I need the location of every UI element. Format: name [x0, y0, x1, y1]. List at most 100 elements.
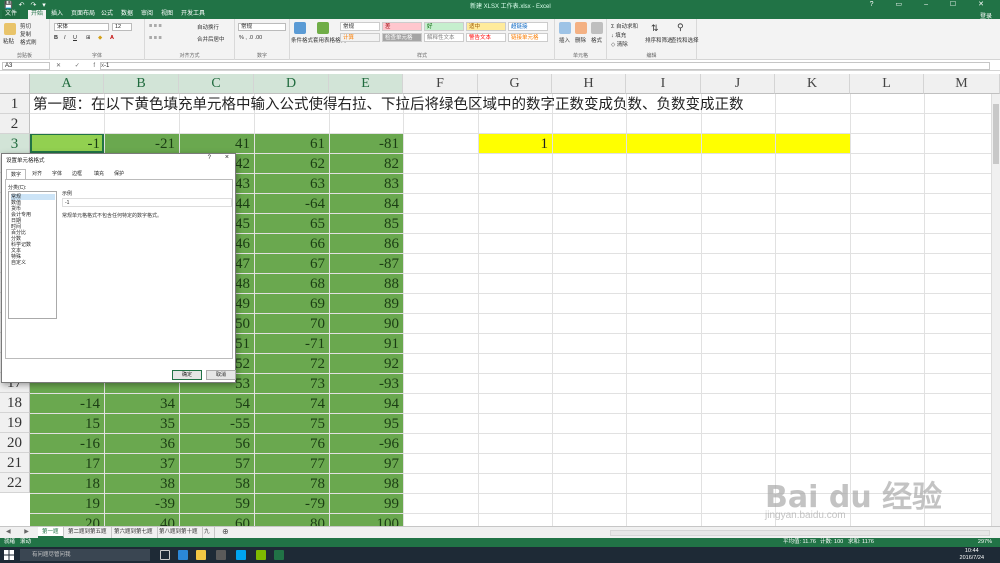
- conditional-format-icon[interactable]: [294, 22, 306, 34]
- cell-g3[interactable]: 1: [478, 134, 552, 154]
- cell[interactable]: 92: [329, 354, 403, 374]
- cell[interactable]: 38: [104, 474, 179, 494]
- scroll-thumb[interactable]: [993, 104, 999, 164]
- cell-style-item[interactable]: 链接单元格: [508, 33, 548, 42]
- cell-a1-title[interactable]: 第一题：在以下黄色填充单元格中输入公式使得右拉、下拉后将绿色区域中的数字正数变成…: [33, 96, 744, 114]
- tab-formulas[interactable]: 公式: [98, 10, 116, 19]
- category-list[interactable]: 常规 数值 货币 会计专用 日期 时间 百分比 分数 科学记数 文本 特殊 自定义: [8, 191, 57, 319]
- cell[interactable]: 17: [30, 454, 104, 474]
- cell[interactable]: 73: [254, 374, 329, 394]
- window-controls[interactable]: ? ▭ – ☐ ✕: [870, 0, 994, 8]
- italic-button[interactable]: I: [64, 35, 66, 41]
- cell[interactable]: -81: [329, 134, 403, 154]
- cell[interactable]: 56: [179, 434, 254, 454]
- cell[interactable]: -64: [254, 194, 329, 214]
- cell[interactable]: 65: [254, 214, 329, 234]
- autosum-button[interactable]: Σ 自动求和: [611, 22, 638, 30]
- ok-button[interactable]: 确定: [172, 370, 202, 380]
- fill-color-icon[interactable]: ◆: [98, 35, 102, 41]
- cell-style-item[interactable]: 差: [382, 22, 422, 31]
- font-name-box[interactable]: 宋体: [54, 23, 109, 31]
- cell[interactable]: -21: [104, 134, 179, 154]
- cell[interactable]: 89: [329, 294, 403, 314]
- tab-insert[interactable]: 插入: [48, 10, 66, 19]
- paste-button[interactable]: 粘贴: [3, 37, 14, 45]
- column-header-m[interactable]: M: [924, 74, 1000, 94]
- font-size-box[interactable]: 12: [112, 23, 132, 31]
- cell[interactable]: -55: [179, 414, 254, 434]
- cell-style-item[interactable]: 超链接: [508, 22, 548, 31]
- border-icon[interactable]: ⊞: [86, 35, 91, 41]
- cell[interactable]: 20: [30, 514, 104, 526]
- format-cells-icon[interactable]: [591, 22, 603, 34]
- sort-icon[interactable]: ⇅: [651, 23, 659, 34]
- column-header-d[interactable]: D: [254, 74, 329, 94]
- cell[interactable]: 98: [329, 474, 403, 494]
- cell[interactable]: 18: [30, 474, 104, 494]
- cell[interactable]: 54: [179, 394, 254, 414]
- format-cells-button[interactable]: 格式: [591, 36, 602, 44]
- cell[interactable]: 57: [179, 454, 254, 474]
- quick-access-toolbar[interactable]: 💾 ↶ ↷ ▾: [4, 1, 48, 9]
- tab-data[interactable]: 数据: [118, 10, 136, 19]
- insert-cells-icon[interactable]: [559, 22, 571, 34]
- cell[interactable]: -39: [104, 494, 179, 514]
- tab-file[interactable]: 文件: [2, 10, 21, 19]
- sort-filter-button[interactable]: 排序和筛选: [645, 36, 673, 44]
- bold-button[interactable]: B: [54, 35, 58, 41]
- cell[interactable]: 85: [329, 214, 403, 234]
- cell-style-item[interactable]: 解释性文本: [424, 33, 464, 42]
- cell[interactable]: 41: [179, 134, 254, 154]
- cell[interactable]: -14: [30, 394, 104, 414]
- tab-review[interactable]: 审阅: [138, 10, 156, 19]
- task-view-icon[interactable]: [160, 550, 170, 560]
- row-header-1[interactable]: 1: [0, 94, 30, 114]
- column-header-j[interactable]: J: [701, 74, 775, 94]
- cell[interactable]: 77: [254, 454, 329, 474]
- dialog-tab-3[interactable]: 边框: [68, 169, 86, 179]
- cell[interactable]: -16: [30, 434, 104, 454]
- paste-icon[interactable]: [4, 23, 16, 35]
- column-header-k[interactable]: K: [775, 74, 850, 94]
- cell[interactable]: 99: [329, 494, 403, 514]
- app-icon[interactable]: [256, 550, 266, 560]
- dialog-tab-0[interactable]: 数字: [6, 169, 27, 179]
- cell[interactable]: 40: [104, 514, 179, 526]
- cell[interactable]: 63: [254, 174, 329, 194]
- cell[interactable]: 80: [254, 514, 329, 526]
- cell[interactable]: 69: [254, 294, 329, 314]
- column-header-l[interactable]: L: [850, 74, 924, 94]
- conditional-format-button[interactable]: 条件格式: [291, 36, 313, 44]
- row-header-3[interactable]: 3: [0, 134, 30, 154]
- column-header-g[interactable]: G: [478, 74, 552, 94]
- cell[interactable]: 95: [329, 414, 403, 434]
- cut-button[interactable]: 剪切: [20, 22, 31, 30]
- cell[interactable]: 62: [254, 154, 329, 174]
- column-header-c[interactable]: C: [179, 74, 254, 94]
- column-header-h[interactable]: H: [552, 74, 626, 94]
- delete-cells-icon[interactable]: [575, 22, 587, 34]
- underline-button[interactable]: U: [73, 35, 77, 41]
- cell[interactable]: 75: [254, 414, 329, 434]
- column-header-f[interactable]: F: [403, 74, 478, 94]
- cell[interactable]: 15: [30, 414, 104, 434]
- sheet-nav-arrows[interactable]: ◀ ▶: [6, 528, 35, 535]
- row-header-18[interactable]: 20: [0, 433, 30, 453]
- cell[interactable]: -1: [30, 134, 104, 154]
- cell[interactable]: 78: [254, 474, 329, 494]
- cell[interactable]: 72: [254, 354, 329, 374]
- cell[interactable]: -79: [254, 494, 329, 514]
- edge-icon[interactable]: [178, 550, 188, 560]
- format-as-table-icon[interactable]: [317, 22, 329, 34]
- cell[interactable]: 83: [329, 174, 403, 194]
- format-painter-button[interactable]: 格式刷: [20, 38, 37, 46]
- help-icon[interactable]: ?: [208, 155, 211, 161]
- name-box[interactable]: A3: [2, 62, 50, 70]
- cell[interactable]: 88: [329, 274, 403, 294]
- cell[interactable]: 90: [329, 314, 403, 334]
- dialog-tab-5[interactable]: 保护: [110, 169, 128, 179]
- column-header-b[interactable]: B: [104, 74, 179, 94]
- row-header-20[interactable]: 22: [0, 473, 30, 493]
- cell[interactable]: 76: [254, 434, 329, 454]
- cell[interactable]: 60: [179, 514, 254, 526]
